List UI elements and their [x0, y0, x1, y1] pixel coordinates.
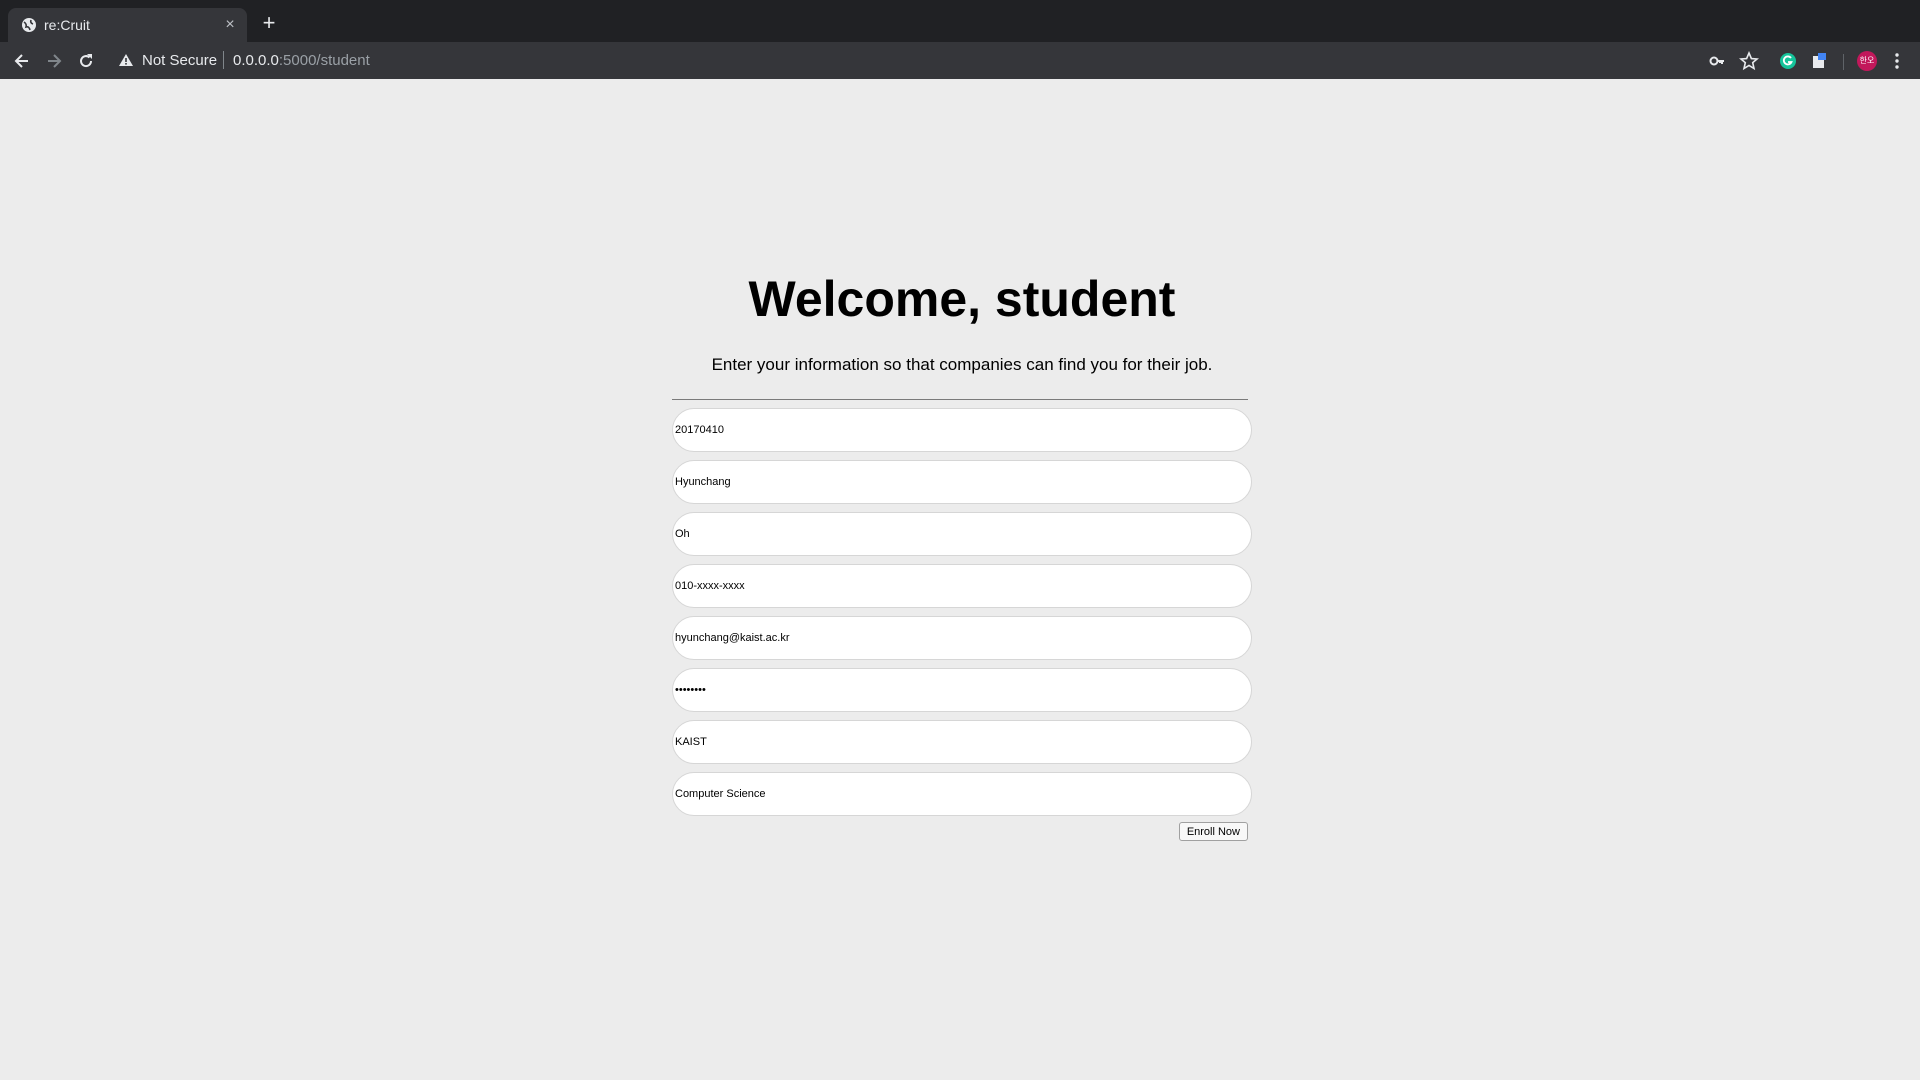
browser-chrome: re:Cruit × + Not Secure 0.0.0.0:5000/stu…	[0, 0, 1920, 79]
tab-strip: re:Cruit × +	[0, 0, 1920, 42]
tab-close-icon[interactable]: ×	[221, 16, 239, 34]
new-tab-icon[interactable]: +	[259, 12, 279, 34]
back-arrow-icon[interactable]	[12, 51, 32, 71]
profile-avatar[interactable]: 한오	[1857, 51, 1877, 71]
page-subtitle: Enter your information so that companies…	[711, 355, 1213, 374]
divider	[672, 399, 1248, 400]
reload-icon[interactable]	[76, 51, 96, 71]
toolbar-divider	[1843, 54, 1844, 70]
email-input[interactable]	[672, 616, 1252, 660]
star-icon[interactable]	[1739, 51, 1759, 71]
key-icon[interactable]	[1707, 51, 1727, 71]
submit-row: Enroll Now	[672, 822, 1252, 842]
grammarly-icon[interactable]	[1778, 51, 1798, 71]
tab-title: re:Cruit	[44, 17, 90, 33]
phone-input[interactable]	[672, 564, 1252, 608]
student-id-input[interactable]	[672, 408, 1252, 452]
password-input[interactable]	[672, 668, 1252, 712]
address-separator	[223, 51, 224, 69]
url-text: 0.0.0.0:5000/student	[233, 52, 370, 69]
page-content: Welcome, student Enter your information …	[0, 79, 1920, 1080]
browser-toolbar: Not Secure 0.0.0.0:5000/student 한오	[0, 42, 1920, 79]
first-name-input[interactable]	[672, 460, 1252, 504]
school-input[interactable]	[672, 720, 1252, 764]
last-name-input[interactable]	[672, 512, 1252, 556]
url-host: 0.0.0.0	[233, 52, 279, 69]
extension-icon[interactable]	[1809, 51, 1829, 71]
tab-recruit[interactable]: re:Cruit ×	[8, 8, 247, 42]
forward-arrow-icon[interactable]	[44, 51, 64, 71]
address-bar[interactable]: Not Secure 0.0.0.0:5000/student	[108, 45, 1678, 75]
major-input[interactable]	[672, 772, 1252, 816]
url-path: :5000/student	[278, 52, 370, 69]
enroll-now-button[interactable]: Enroll Now	[1178, 822, 1248, 841]
menu-dots-icon[interactable]	[1887, 51, 1907, 71]
globe-icon	[22, 18, 36, 32]
security-label[interactable]: Not Secure	[142, 52, 217, 69]
student-form: Welcome, student Enter your information …	[672, 269, 1252, 842]
page-title: Welcome, student	[748, 271, 1176, 327]
warning-icon	[119, 54, 133, 66]
